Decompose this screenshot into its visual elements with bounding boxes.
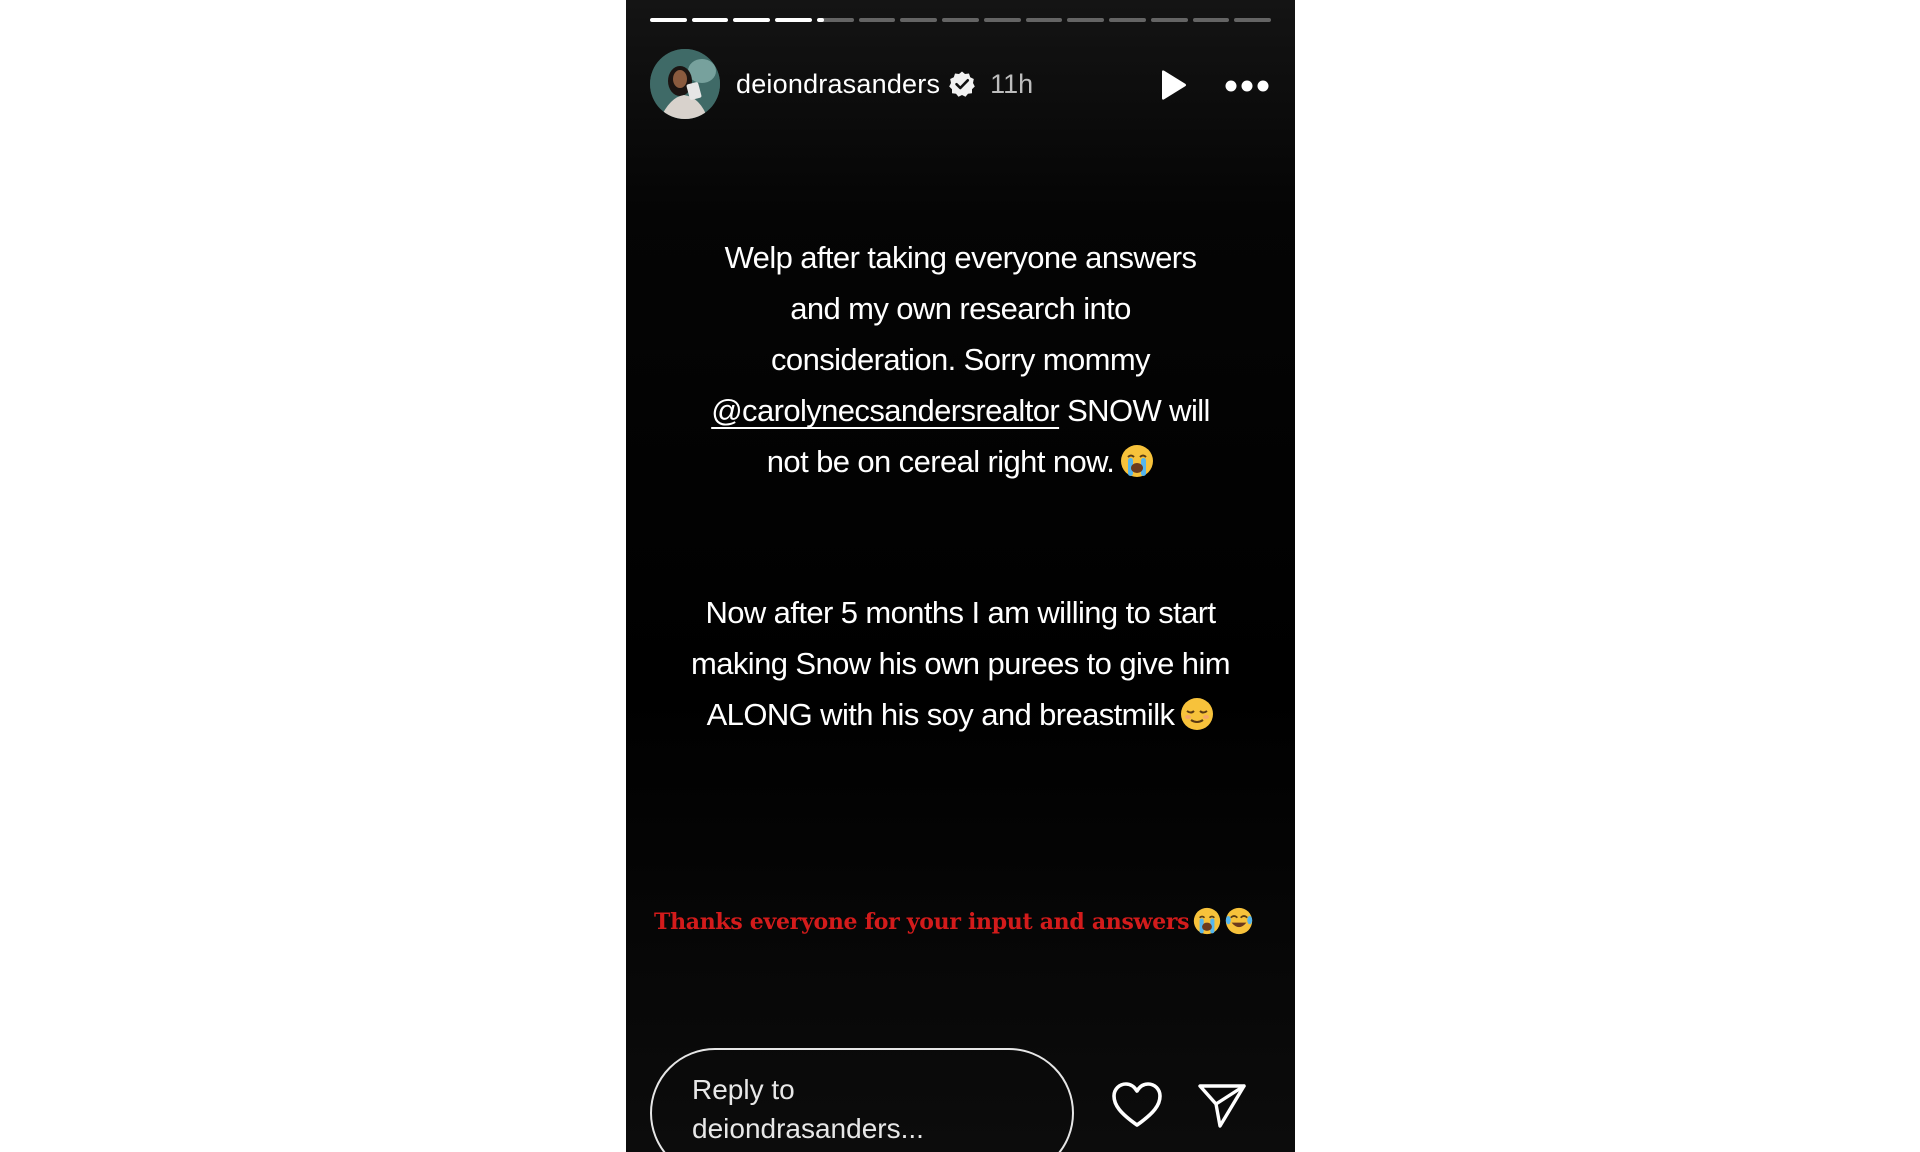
progress-segment-fill [816, 18, 825, 22]
progress-segment [691, 18, 729, 22]
relieved-face-icon [1181, 698, 1214, 730]
progress-segment [733, 18, 771, 22]
heart-icon [1112, 1082, 1162, 1127]
caption-line: and my own research into [790, 291, 1131, 326]
progress-segment [1109, 18, 1146, 22]
reply-placeholder-line: deiondrasanders... [692, 1113, 924, 1144]
caption-line: not be on cereal right now. [686, 436, 1235, 487]
post-time: 11h [990, 68, 1034, 99]
progress-segment [1192, 18, 1230, 22]
caption-line: Now after 5 months I am willing to start [705, 595, 1216, 630]
story-viewer: deiondrasanders 11h Welp after taking ev… [626, 0, 1295, 1152]
thanks-text-sticker: Thanks everyone for your input and answe… [654, 907, 1253, 935]
progress-segment [650, 18, 687, 22]
reply-input[interactable]: Reply to deiondrasanders... [650, 1048, 1074, 1152]
loudly-crying-face-icon [1194, 907, 1221, 935]
progress-segment [983, 18, 1021, 22]
caption-line: making Snow his own purees to give him [691, 646, 1231, 681]
more-options-button[interactable] [1223, 74, 1271, 98]
progress-segment [1234, 18, 1272, 22]
progress-segment [900, 18, 938, 22]
story-progress-bar [650, 18, 1272, 22]
progress-segment [816, 18, 854, 22]
username[interactable]: deiondrasanders [736, 69, 940, 100]
caption-line: ALONG with his soy and breastmilk [686, 689, 1235, 740]
play-icon [1162, 70, 1187, 100]
more-options-icon [1225, 80, 1269, 92]
share-button[interactable] [1196, 1080, 1248, 1130]
verified-badge-icon [948, 70, 976, 98]
progress-segment-fill [775, 18, 812, 22]
avatar[interactable] [650, 49, 720, 119]
progress-segment [858, 18, 896, 22]
progress-segment [1150, 18, 1188, 22]
progress-segment [775, 18, 812, 22]
reply-placeholder-line: Reply to [692, 1074, 795, 1105]
progress-segment-fill [650, 18, 687, 22]
send-icon [1198, 1084, 1246, 1128]
tears-of-joy-face-icon [1226, 907, 1253, 935]
progress-segment [942, 18, 979, 22]
like-button[interactable] [1110, 1080, 1164, 1130]
play-button[interactable] [1154, 68, 1190, 104]
thanks-text: Thanks everyone for your input and answe… [654, 909, 1190, 935]
caption-text: not be on cereal right now. [766, 444, 1115, 479]
progress-segment [1067, 18, 1105, 22]
loudly-crying-face-icon [1121, 445, 1154, 477]
caption-line: @carolynecsandersrealtor SNOW will [686, 385, 1235, 436]
caption-line: consideration. Sorry mommy [771, 342, 1151, 377]
caption-line: Welp after taking everyone answers [724, 240, 1197, 275]
caption-text: ALONG with his soy and breastmilk [706, 697, 1175, 732]
story-header: deiondrasanders 11h [650, 48, 1271, 120]
mention-link[interactable]: @carolynecsandersrealtor [711, 393, 1060, 428]
progress-segment-fill [733, 18, 771, 22]
caption-text: SNOW will [1059, 393, 1210, 428]
progress-segment-fill [691, 18, 729, 22]
story-caption-1: Welp after taking everyone answers and m… [686, 232, 1235, 487]
progress-segment [1025, 18, 1063, 22]
story-caption-2: Now after 5 months I am willing to start… [686, 587, 1235, 740]
